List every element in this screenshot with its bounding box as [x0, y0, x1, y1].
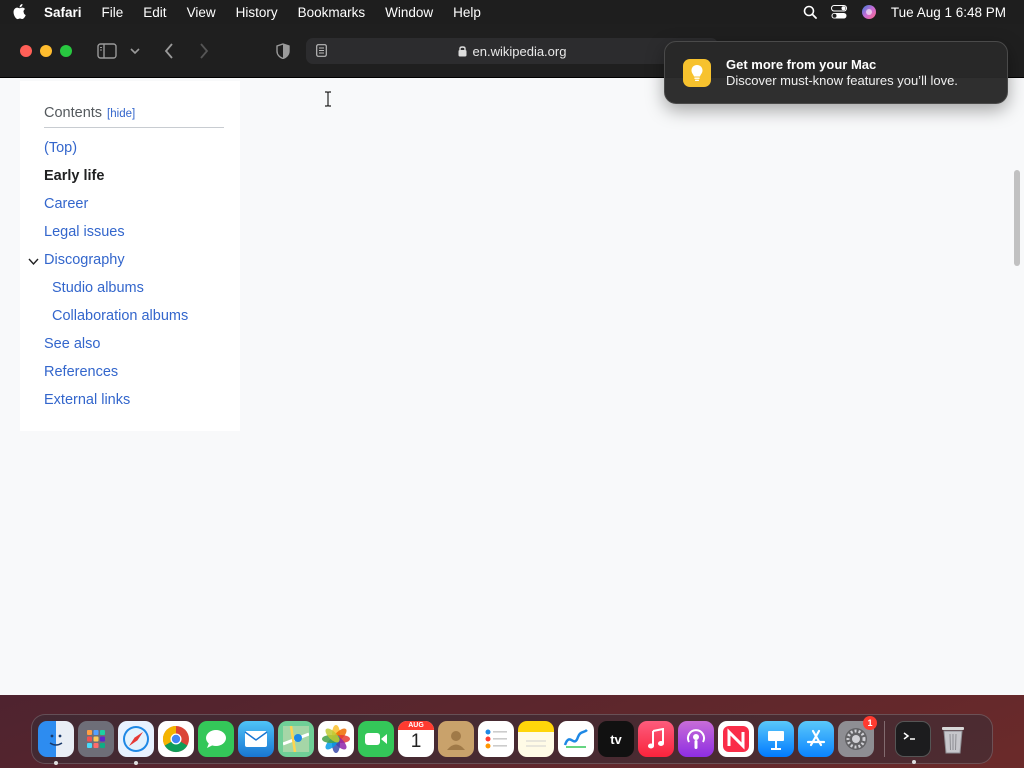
safari-window: en.wikipedia.org Contents [hide] (Top) E…: [0, 24, 1024, 695]
menu-window[interactable]: Window: [375, 5, 443, 20]
notification-body: Discover must-know features you’ll love.: [726, 72, 958, 88]
window-minimize-button[interactable]: [40, 45, 52, 57]
safari-icon[interactable]: [118, 721, 154, 765]
reminders-icon[interactable]: [478, 721, 514, 757]
tab-group-dropdown[interactable]: [128, 43, 142, 59]
toc-header: Contents [hide]: [44, 105, 224, 128]
menu-edit[interactable]: Edit: [133, 5, 176, 20]
lightbulb-icon: [683, 58, 711, 87]
toc-item-collaboration-albums[interactable]: Collaboration albums: [44, 302, 224, 330]
sidebar-toggle-button[interactable]: [96, 41, 118, 61]
apple-icon: [13, 4, 26, 20]
photos-icon[interactable]: [318, 721, 354, 757]
siri-icon[interactable]: [861, 4, 877, 20]
menu-history[interactable]: History: [226, 5, 288, 20]
toc-item-career[interactable]: Career: [44, 190, 224, 218]
calendar-month: AUG: [398, 721, 434, 730]
control-center-icon[interactable]: [830, 5, 847, 19]
toc-title: Contents: [44, 105, 103, 121]
notification-title: Get more from your Mac: [726, 56, 877, 72]
text-cursor-icon: [323, 91, 333, 112]
toc-item-top[interactable]: (Top): [44, 134, 224, 162]
maps-icon[interactable]: [278, 721, 314, 757]
toc-list: (Top) Early life Career Legal issues Dis…: [28, 134, 224, 414]
launchpad-icon[interactable]: [78, 721, 114, 757]
address-bar[interactable]: en.wikipedia.org: [306, 38, 718, 64]
terminal-icon[interactable]: [895, 721, 931, 764]
settings-badge: 1: [863, 716, 877, 730]
table-of-contents: Contents [hide] (Top) Early life Career …: [20, 81, 240, 431]
chrome-icon[interactable]: [158, 721, 194, 757]
back-button[interactable]: [160, 41, 178, 61]
chevron-down-icon: [130, 47, 140, 54]
chevron-left-icon: [164, 43, 173, 59]
shield-icon: [276, 43, 290, 59]
window-zoom-button[interactable]: [60, 45, 72, 57]
contacts-icon[interactable]: [438, 721, 474, 757]
spotlight-search-icon[interactable]: [803, 5, 817, 19]
privacy-report-button[interactable]: [274, 41, 292, 61]
dock-separator: [884, 721, 885, 757]
podcasts-icon[interactable]: [678, 721, 714, 757]
toc-item-discography-label: Discography: [44, 252, 125, 268]
trash-icon[interactable]: [935, 721, 971, 757]
reader-mode-icon[interactable]: [316, 44, 327, 60]
system-settings-icon[interactable]: 1: [838, 716, 877, 757]
toc-hide-link[interactable]: [hide]: [107, 108, 135, 120]
menu-view[interactable]: View: [177, 5, 226, 20]
music-icon[interactable]: [638, 721, 674, 757]
chevron-right-icon: [200, 43, 209, 59]
menu-help[interactable]: Help: [443, 5, 491, 20]
keynote-icon[interactable]: [758, 721, 794, 757]
chevron-down-icon[interactable]: [28, 254, 39, 270]
apple-menu[interactable]: [0, 4, 40, 20]
sidebar-icon: [97, 43, 117, 59]
messages-icon[interactable]: [198, 721, 234, 757]
toc-item-studio-albums[interactable]: Studio albums: [44, 274, 224, 302]
apple-tv-icon[interactable]: tv: [598, 721, 634, 757]
dock: AUG 1 tv 1: [31, 714, 993, 765]
toc-item-legal-issues[interactable]: Legal issues: [44, 218, 224, 246]
news-icon[interactable]: [718, 721, 754, 757]
calendar-day: 1: [410, 731, 422, 752]
toc-item-external-links[interactable]: External links: [44, 386, 224, 414]
finder-icon[interactable]: [38, 721, 74, 765]
notification-banner[interactable]: Get more from your Mac Discover must-kno…: [664, 41, 1008, 104]
menu-app-name[interactable]: Safari: [40, 5, 92, 20]
forward-button[interactable]: [195, 41, 213, 61]
facetime-icon[interactable]: [358, 721, 394, 757]
calendar-icon[interactable]: AUG 1: [398, 721, 434, 757]
web-page: Contents [hide] (Top) Early life Career …: [0, 78, 1024, 695]
toc-item-early-life[interactable]: Early life: [44, 162, 224, 190]
app-store-icon[interactable]: [798, 721, 834, 757]
vertical-scrollbar-thumb[interactable]: [1014, 170, 1020, 266]
url-text: en.wikipedia.org: [472, 43, 567, 59]
apple-tv-label: tv: [610, 731, 622, 747]
lock-icon: [458, 45, 467, 57]
freeform-icon[interactable]: [558, 721, 594, 757]
menu-bar: Safari File Edit View History Bookmarks …: [0, 0, 1024, 24]
menubar-clock[interactable]: Tue Aug 1 6:48 PM: [891, 5, 1006, 20]
notes-icon[interactable]: [518, 721, 554, 757]
window-close-button[interactable]: [20, 45, 32, 57]
toc-item-see-also[interactable]: See also: [44, 330, 224, 358]
toc-item-discography[interactable]: Discography: [28, 246, 224, 274]
menu-bookmarks[interactable]: Bookmarks: [288, 5, 376, 20]
menu-file[interactable]: File: [92, 5, 134, 20]
toc-item-references[interactable]: References: [44, 358, 224, 386]
mail-icon[interactable]: [238, 721, 274, 757]
notification-text: Get more from your Mac Discover must-kno…: [726, 57, 958, 89]
